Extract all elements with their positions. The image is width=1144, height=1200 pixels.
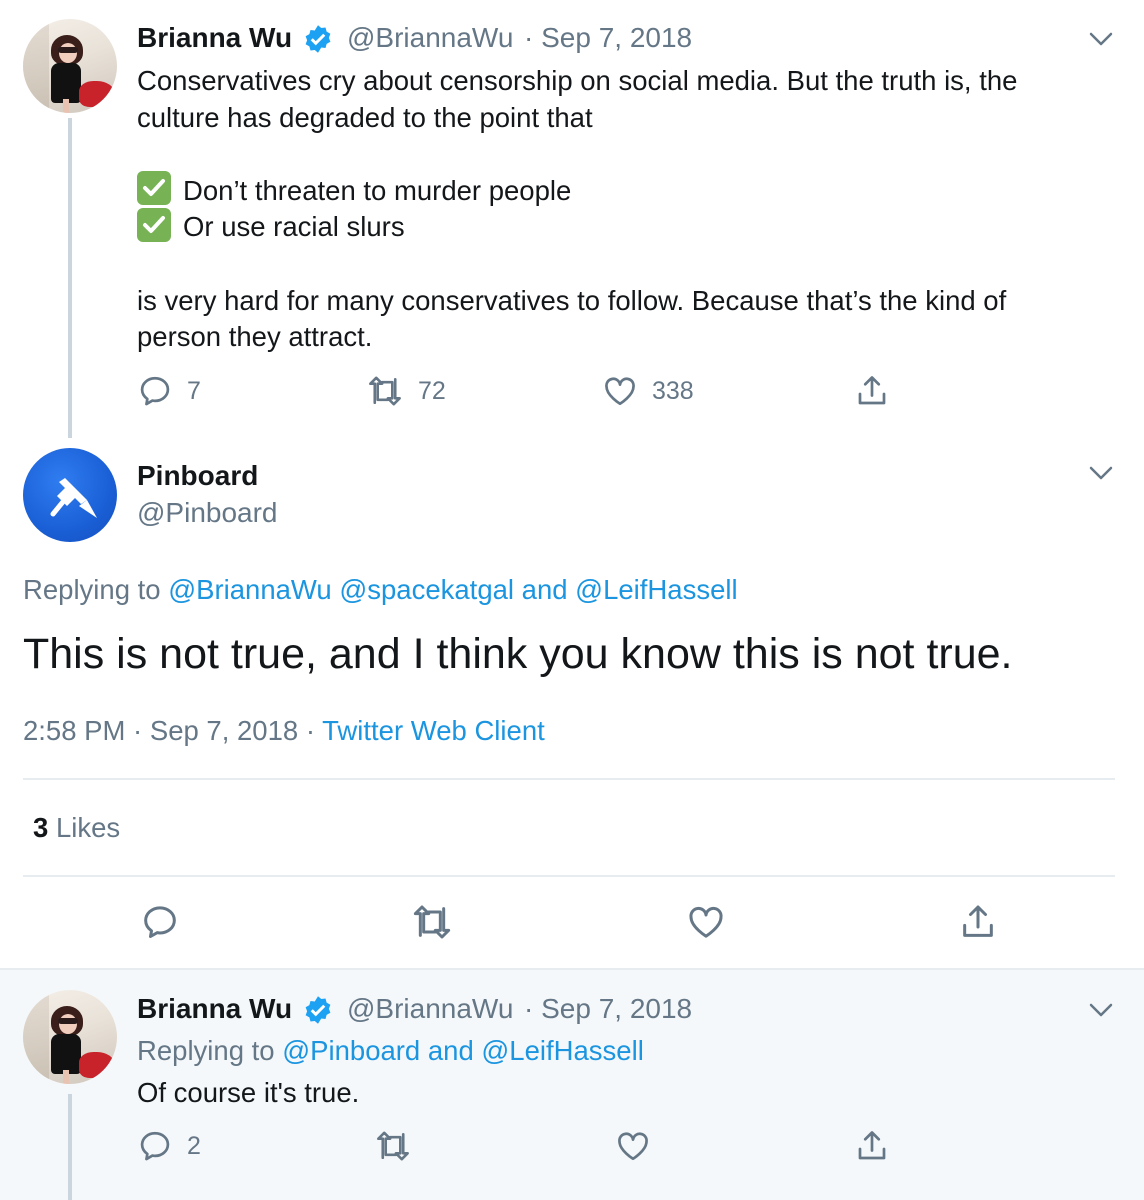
like-button[interactable] bbox=[686, 902, 726, 942]
reply-button[interactable]: 7 bbox=[137, 373, 201, 409]
heart-icon bbox=[605, 377, 635, 406]
tweet-text-line: culture has degraded to the point that bbox=[137, 102, 593, 133]
retweet-button[interactable]: 72 bbox=[366, 373, 446, 409]
tweet-meta: 2:58 PM · Sep 7, 2018 · Twitter Web Clie… bbox=[23, 715, 545, 747]
share-button[interactable] bbox=[958, 902, 998, 942]
retweet-icon bbox=[369, 376, 401, 406]
reply-button[interactable]: 2 bbox=[137, 1128, 201, 1164]
tweet-text-line: is very hard for many conservatives to f… bbox=[137, 285, 1007, 316]
share-button[interactable] bbox=[854, 373, 890, 409]
verified-badge-icon bbox=[305, 25, 331, 53]
author-handle[interactable]: @BriannaWu bbox=[347, 22, 513, 54]
chevron-down-icon[interactable] bbox=[1086, 24, 1116, 54]
author-handle[interactable]: @BriannaWu bbox=[347, 993, 513, 1025]
verified-badge-icon bbox=[305, 996, 331, 1024]
tweet-date[interactable]: · Sep 7, 2018 bbox=[524, 22, 692, 54]
share-icon bbox=[963, 905, 993, 937]
check-mark-icon bbox=[137, 171, 171, 205]
chevron-down-icon[interactable] bbox=[1086, 458, 1116, 488]
replying-to-users[interactable]: @BriannaWu @spacekatgal and @LeifHassell bbox=[168, 574, 737, 605]
replying-to-users[interactable]: @Pinboard and @LeifHassell bbox=[282, 1035, 644, 1066]
tweet-text: This is not true, and I think you know t… bbox=[23, 630, 1013, 678]
replying-to: Replying to @Pinboard and @LeifHassell bbox=[137, 1035, 644, 1067]
chevron-down-icon[interactable] bbox=[1086, 995, 1116, 1025]
retweet-button[interactable] bbox=[374, 1128, 412, 1164]
tweet-text: Of course it's true. bbox=[137, 1077, 360, 1108]
tweet-text-line: Or use racial slurs bbox=[183, 211, 405, 242]
share-icon bbox=[858, 1131, 886, 1160]
replying-to-label: Replying to bbox=[23, 574, 161, 605]
reply-icon bbox=[140, 1131, 170, 1161]
heart-icon bbox=[618, 1132, 648, 1161]
replying-to: Replying to @BriannaWu @spacekatgal and … bbox=[23, 574, 738, 606]
reply-count: 2 bbox=[187, 1131, 201, 1160]
author-name[interactable]: Brianna Wu bbox=[137, 22, 292, 54]
tweet-text-line: Don’t threaten to murder people bbox=[183, 175, 572, 206]
reply-icon bbox=[144, 906, 176, 938]
reply-button[interactable] bbox=[140, 902, 180, 942]
divider bbox=[23, 778, 1115, 780]
avatar[interactable] bbox=[23, 448, 117, 542]
author-name[interactable]: Brianna Wu bbox=[137, 993, 292, 1025]
like-button[interactable]: 338 bbox=[602, 373, 694, 409]
retweet-button[interactable] bbox=[410, 902, 454, 942]
tweet-date[interactable]: · Sep 7, 2018 bbox=[524, 993, 692, 1025]
pushpin-icon bbox=[50, 478, 97, 518]
divider bbox=[23, 875, 1115, 877]
share-icon bbox=[858, 376, 886, 405]
retweet-icon bbox=[413, 905, 451, 939]
author-handle[interactable]: @Pinboard bbox=[137, 497, 278, 529]
check-mark-icon bbox=[137, 208, 171, 242]
likes-count: 3 bbox=[33, 812, 49, 843]
tweet-text-line: Conservatives cry about censorship on so… bbox=[137, 65, 1018, 96]
author-name[interactable]: Pinboard bbox=[137, 460, 258, 492]
likes-summary[interactable]: 3 Likes bbox=[33, 812, 120, 844]
tweet-client[interactable]: Twitter Web Client bbox=[322, 715, 545, 746]
thread-line bbox=[68, 1094, 72, 1200]
thread-line bbox=[68, 118, 72, 438]
like-count: 338 bbox=[652, 376, 694, 405]
tweet-timestamp[interactable]: 2:58 PM · Sep 7, 2018 · bbox=[23, 715, 315, 746]
reply-icon bbox=[140, 376, 170, 406]
tweet-text-line: person they attract. bbox=[137, 321, 373, 352]
retweet-icon bbox=[377, 1131, 409, 1161]
like-button[interactable] bbox=[615, 1128, 651, 1164]
share-button[interactable] bbox=[854, 1128, 890, 1164]
avatar[interactable] bbox=[23, 19, 117, 113]
retweet-count: 72 bbox=[418, 376, 446, 405]
replying-to-label: Replying to bbox=[137, 1035, 275, 1066]
reply-count: 7 bbox=[187, 376, 201, 405]
heart-icon bbox=[689, 906, 723, 938]
avatar[interactable] bbox=[23, 990, 117, 1084]
likes-label: Likes bbox=[55, 812, 121, 843]
